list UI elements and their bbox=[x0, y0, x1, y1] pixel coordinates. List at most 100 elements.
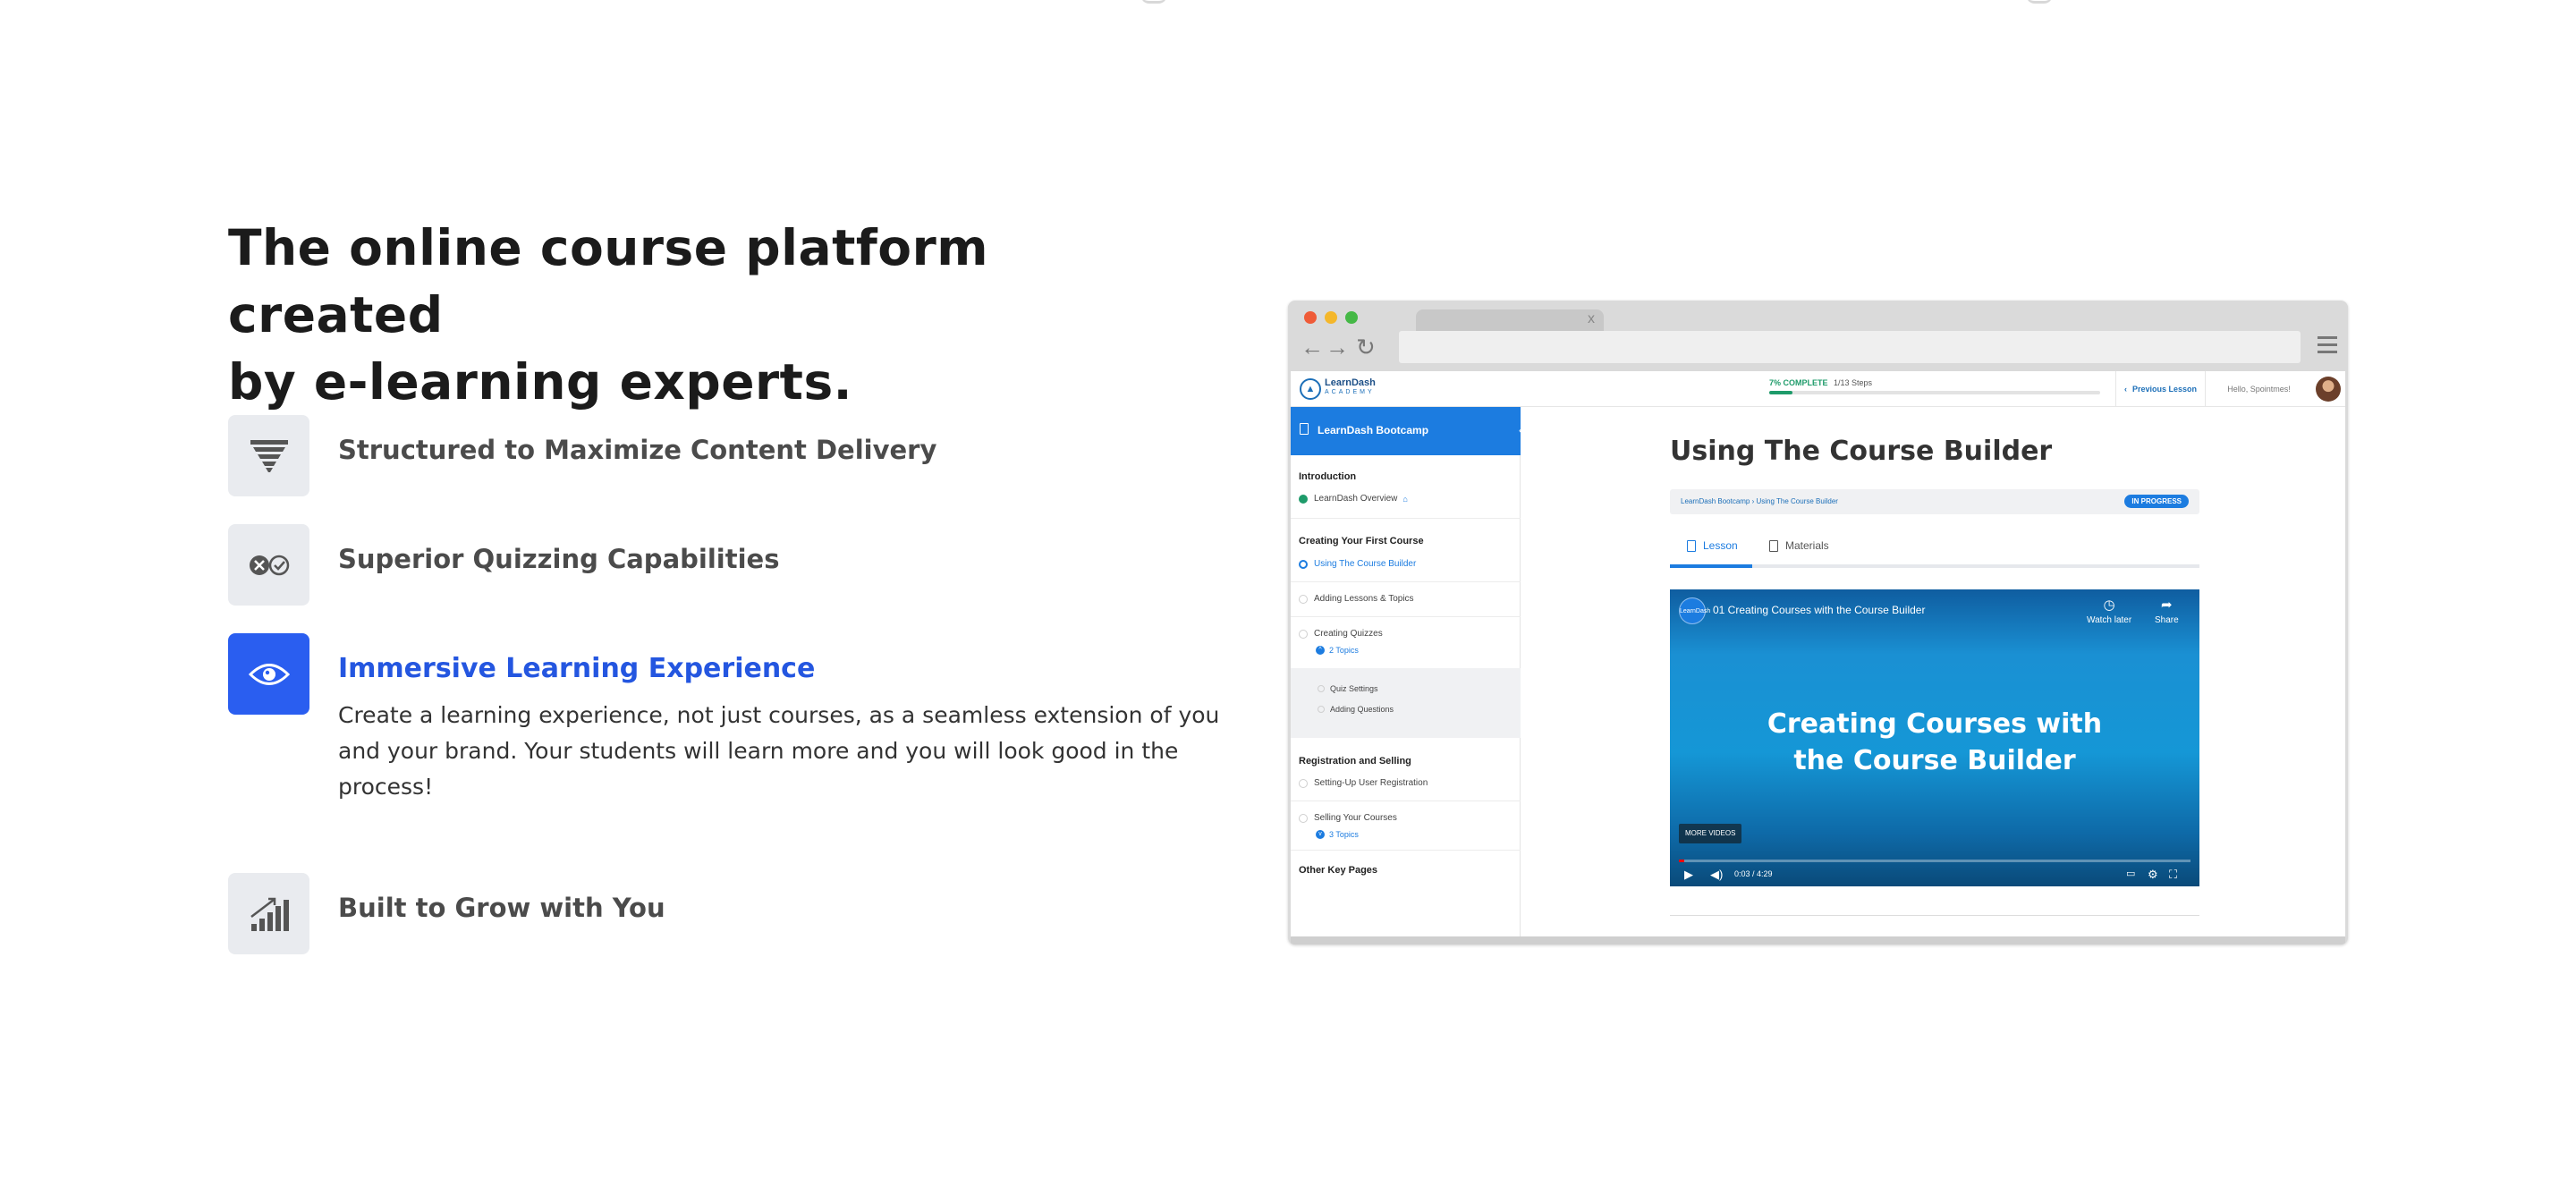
video-scrubber-fill bbox=[1679, 860, 1685, 862]
clock-icon: ◷ bbox=[2103, 597, 2115, 613]
hamburger-menu-icon[interactable] bbox=[2318, 336, 2337, 354]
funnel-icon bbox=[250, 439, 288, 472]
video-thumbnail-line1: Creating Courses with bbox=[1767, 708, 2103, 740]
hero-title-line2: by e-learning experts. bbox=[228, 353, 853, 411]
browser-viewport: ▲ LearnDash ACADEMY 7% COMPLETE 1/13 Ste… bbox=[1291, 371, 2345, 936]
share-arrow-icon: ➦ bbox=[2161, 597, 2173, 613]
divider bbox=[1291, 518, 1521, 519]
sidebar-subitem-adding-questions[interactable]: Adding Questions bbox=[1318, 705, 1394, 714]
more-videos-button[interactable]: MORE VIDEOS bbox=[1679, 824, 1742, 843]
watch-later-button[interactable]: ◷ Watch later bbox=[2087, 597, 2131, 625]
tab-active-indicator bbox=[1670, 564, 1752, 568]
previous-lesson-button[interactable]: ‹ Previous Lesson bbox=[2115, 371, 2205, 407]
topics-count: 2 Topics bbox=[1329, 646, 1359, 655]
sidebar-subitem-quiz-settings[interactable]: Quiz Settings bbox=[1318, 684, 1378, 693]
lesson-title: Using The Course Builder bbox=[1670, 436, 2053, 467]
course-book-icon bbox=[1300, 423, 1309, 435]
divider bbox=[1291, 850, 1521, 851]
divider bbox=[1291, 581, 1521, 582]
learndash-logo-icon: ▲ bbox=[1300, 378, 1321, 400]
course-header[interactable]: LearnDash Bootcamp bbox=[1291, 407, 1521, 455]
quiz-check-icon bbox=[249, 555, 289, 575]
incomplete-circle-icon bbox=[1299, 629, 1308, 639]
sidebar-item-label: Adding Lessons & Topics bbox=[1314, 594, 1414, 604]
watch-later-label: Watch later bbox=[2087, 615, 2132, 625]
feature-title: Immersive Learning Experience bbox=[338, 653, 816, 684]
user-greeting: Hello, Spointmes! bbox=[2205, 371, 2312, 407]
incomplete-circle-icon bbox=[1318, 706, 1325, 713]
sidebar-item-course-builder[interactable]: Using The Course Builder bbox=[1299, 559, 1416, 569]
sidebar-item-label: Creating Quizzes bbox=[1314, 629, 1383, 639]
sidebar-subitem-label: Adding Questions bbox=[1330, 705, 1394, 714]
hero-section: The online course platform created by e-… bbox=[228, 215, 1221, 954]
tab-close-icon[interactable]: x bbox=[1588, 311, 1595, 327]
completed-check-icon bbox=[1299, 494, 1308, 504]
hero-title-line1: The online course platform created bbox=[228, 219, 989, 343]
breadcrumb[interactable]: LearnDash Bootcamp › Using The Course Bu… bbox=[1681, 497, 1838, 505]
video-time: 0:03 / 4:29 bbox=[1734, 869, 1773, 878]
settings-gear-icon[interactable]: ⚙ bbox=[2148, 868, 2158, 882]
divider bbox=[1670, 915, 2199, 916]
viewport-bottom-edge bbox=[1291, 936, 2345, 945]
browser-mockup: x ← → ↻ ▲ LearnDash ACADEMY 7% COMPLETE … bbox=[1288, 301, 2348, 945]
progress-label: 7% COMPLETE bbox=[1769, 378, 1828, 387]
fullscreen-icon[interactable]: ⛶ bbox=[2169, 868, 2177, 882]
feature-icon-box bbox=[228, 633, 309, 715]
incomplete-circle-icon bbox=[1318, 685, 1325, 692]
captions-icon[interactable]: ▭ bbox=[2126, 868, 2135, 879]
window-maximize-dot bbox=[1345, 311, 1358, 324]
reload-icon[interactable]: ↻ bbox=[1356, 334, 1376, 361]
tab-materials[interactable]: Materials bbox=[1769, 539, 1829, 552]
url-bar[interactable] bbox=[1399, 331, 2301, 363]
browser-tab[interactable]: x bbox=[1416, 309, 1604, 331]
back-arrow-icon[interactable]: ← bbox=[1301, 334, 1324, 361]
course-title: LearnDash Bootcamp bbox=[1318, 424, 1429, 436]
topics-count: 3 Topics bbox=[1329, 830, 1359, 839]
lesson-content: Using The Course Builder LearnDash Bootc… bbox=[1521, 407, 2345, 936]
course-sidebar: LearnDash Bootcamp ‹ Introduction LearnD… bbox=[1291, 407, 1529, 936]
previous-lesson-label: Previous Lesson bbox=[2131, 385, 2198, 394]
incomplete-circle-icon bbox=[1299, 813, 1308, 823]
divider bbox=[1291, 616, 1521, 617]
forward-arrow-icon[interactable]: → bbox=[1326, 334, 1349, 361]
section-heading: Creating Your First Course bbox=[1299, 536, 1424, 546]
video-title[interactable]: 01 Creating Courses with the Course Buil… bbox=[1713, 604, 1925, 616]
sidebar-item-overview[interactable]: LearnDash Overview ⌂ bbox=[1299, 494, 1408, 504]
breadcrumb-bar: LearnDash Bootcamp › Using The Course Bu… bbox=[1670, 489, 2199, 514]
topics-list: Quiz Settings Adding Questions bbox=[1291, 668, 1521, 738]
eye-icon bbox=[248, 663, 290, 685]
sidebar-item-quizzes[interactable]: Creating Quizzes bbox=[1299, 629, 1383, 639]
decorative-arc bbox=[1140, 0, 1167, 4]
share-button[interactable]: ➦ Share bbox=[2155, 597, 2179, 625]
window-minimize-dot bbox=[1325, 311, 1337, 324]
chevron-down-icon: v bbox=[1316, 830, 1325, 839]
hero-title: The online course platform created by e-… bbox=[228, 215, 1221, 416]
feature-icon-box bbox=[228, 873, 309, 954]
video-thumbnail-text: Creating Courses with the Course Builder bbox=[1670, 706, 2199, 779]
tab-lesson[interactable]: Lesson bbox=[1687, 539, 1738, 552]
topics-toggle[interactable]: v 3 Topics bbox=[1316, 830, 1359, 839]
play-icon[interactable]: ▶ bbox=[1684, 868, 1693, 882]
current-lesson-icon bbox=[1299, 559, 1308, 569]
video-scrubber[interactable] bbox=[1679, 860, 2190, 862]
feature-title: Superior Quizzing Capabilities bbox=[338, 544, 780, 574]
sidebar-item-label: LearnDash Overview bbox=[1314, 494, 1398, 504]
sidebar-item-user-registration[interactable]: Setting-Up User Registration bbox=[1299, 778, 1428, 788]
video-thumbnail-line2: the Course Builder bbox=[1793, 745, 2076, 776]
channel-logo[interactable]: LearnDash bbox=[1679, 597, 1710, 624]
book-icon bbox=[1769, 539, 1778, 552]
sidebar-item-selling[interactable]: Selling Your Courses bbox=[1299, 813, 1397, 823]
feature-title: Structured to Maximize Content Delivery bbox=[338, 435, 937, 465]
progress-steps: 1/13 Steps bbox=[1834, 378, 1873, 387]
feature-icon-box bbox=[228, 524, 309, 606]
feature-icon-box bbox=[228, 415, 309, 496]
incomplete-circle-icon bbox=[1299, 778, 1308, 788]
video-player[interactable]: LearnDash 01 Creating Courses with the C… bbox=[1670, 589, 2199, 886]
feature-title: Built to Grow with You bbox=[338, 893, 665, 923]
logo-title: LearnDash bbox=[1325, 377, 1376, 388]
volume-icon[interactable]: ◀) bbox=[1710, 868, 1723, 882]
topics-toggle[interactable]: ^ 2 Topics bbox=[1316, 646, 1359, 655]
tab-label: Materials bbox=[1785, 539, 1829, 552]
sidebar-item-lessons-topics[interactable]: Adding Lessons & Topics bbox=[1299, 594, 1414, 604]
avatar[interactable] bbox=[2316, 377, 2341, 402]
